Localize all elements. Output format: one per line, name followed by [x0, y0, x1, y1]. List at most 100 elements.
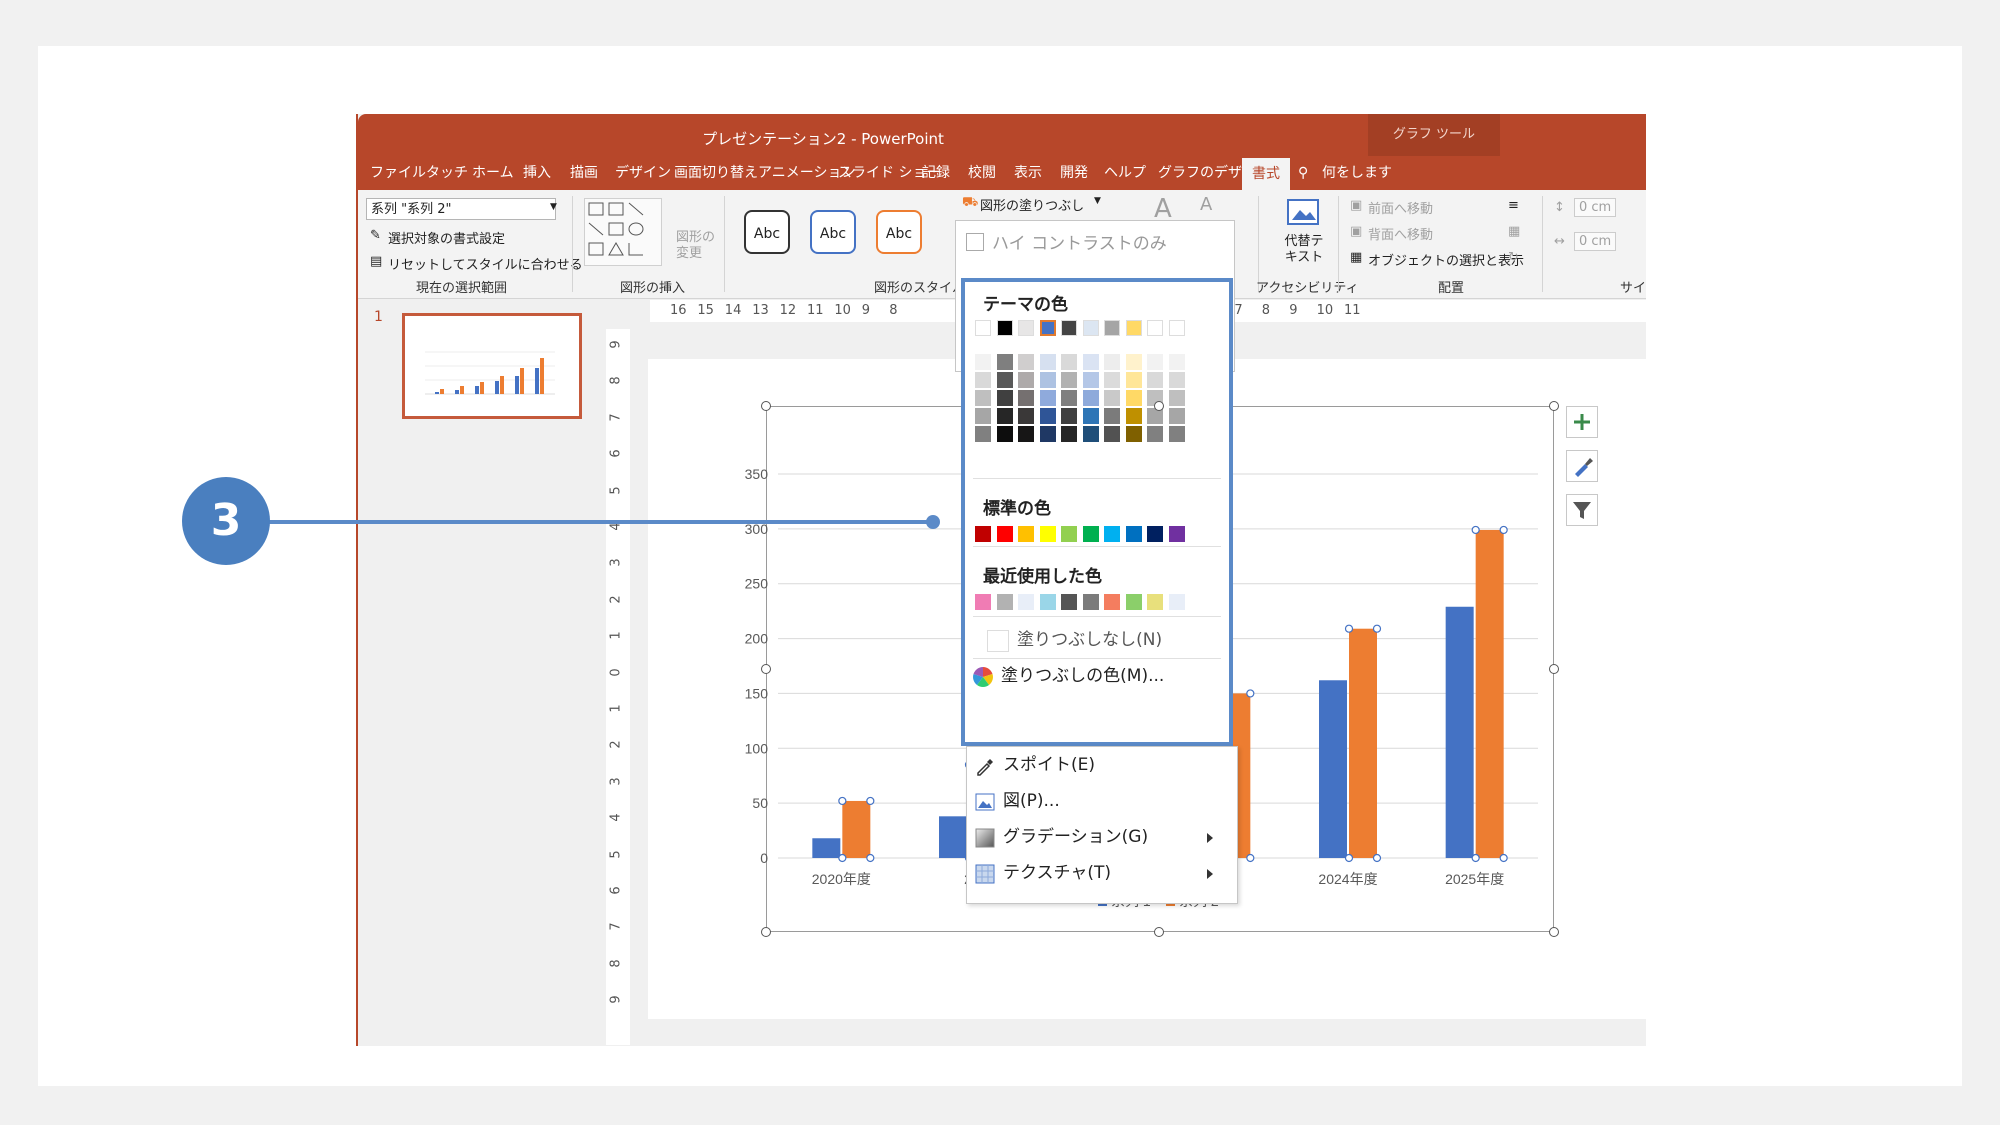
resize-handle[interactable] [1549, 401, 1559, 411]
recent-color-swatch[interactable] [1168, 594, 1185, 610]
theme-shade-swatch[interactable] [1168, 426, 1185, 442]
resize-handle[interactable] [761, 401, 771, 411]
theme-shade-swatch[interactable] [1082, 426, 1099, 442]
theme-shade-swatch[interactable] [1125, 372, 1142, 388]
theme-shade-swatch[interactable] [1061, 354, 1077, 370]
selection-point [1372, 853, 1382, 863]
theme-shade-swatch[interactable] [1039, 390, 1056, 406]
recent-color-swatch[interactable] [975, 594, 991, 610]
theme-color-swatch[interactable] [996, 320, 1013, 336]
resize-handle[interactable] [1549, 664, 1559, 674]
theme-shade-swatch[interactable] [1147, 372, 1163, 388]
picture-fill-item[interactable]: 図(P)... [967, 785, 1227, 817]
theme-shade-swatch[interactable] [1018, 408, 1034, 424]
chart-filters-button[interactable] [1566, 494, 1598, 526]
theme-shade-swatch[interactable] [1018, 390, 1034, 406]
theme-shade-swatch[interactable] [996, 390, 1013, 406]
standard-color-swatch[interactable] [975, 526, 991, 542]
theme-shade-swatch[interactable] [996, 426, 1013, 442]
theme-shade-swatch[interactable] [1104, 426, 1120, 442]
theme-shade-swatch[interactable] [975, 426, 991, 442]
theme-shade-swatch[interactable] [1061, 426, 1077, 442]
theme-shade-swatch[interactable] [1039, 354, 1056, 370]
theme-shade-swatch[interactable] [996, 372, 1013, 388]
standard-color-swatch[interactable] [1039, 526, 1056, 542]
theme-shade-swatch[interactable] [1018, 354, 1034, 370]
theme-shade-swatch[interactable] [1082, 390, 1099, 406]
theme-color-swatch[interactable] [1147, 320, 1163, 336]
no-fill-icon [987, 630, 1009, 652]
theme-color-swatch[interactable] [1125, 320, 1142, 336]
theme-shade-swatch[interactable] [1104, 354, 1120, 370]
gradient-fill-item[interactable]: グラデーション(G) [967, 821, 1227, 853]
theme-color-swatch[interactable] [1018, 320, 1034, 336]
theme-shade-swatch[interactable] [1039, 408, 1056, 424]
standard-color-swatch[interactable] [996, 526, 1013, 542]
theme-shade-swatch[interactable] [1125, 426, 1142, 442]
standard-color-swatch[interactable] [1104, 526, 1120, 542]
chart-elements-button[interactable] [1566, 406, 1598, 438]
recent-color-swatch[interactable] [1125, 594, 1142, 610]
recent-color-swatch[interactable] [1039, 594, 1056, 610]
theme-shade-swatch[interactable] [1082, 354, 1099, 370]
theme-shade-swatch[interactable] [996, 408, 1013, 424]
theme-color-swatch[interactable] [1039, 320, 1056, 336]
theme-color-swatch[interactable] [1061, 320, 1077, 336]
more-fill-colors-item[interactable]: 塗りつぶしの色(M)... [965, 660, 1225, 692]
recent-color-swatch[interactable] [1147, 594, 1163, 610]
theme-shade-swatch[interactable] [975, 372, 991, 388]
no-fill-item[interactable]: 塗りつぶしなし(N) [965, 624, 1225, 656]
standard-color-swatch[interactable] [1125, 526, 1142, 542]
resize-handle[interactable] [761, 664, 771, 674]
theme-shade-swatch[interactable] [1168, 354, 1185, 370]
eyedropper-item[interactable]: スポイト(E) [967, 749, 1227, 781]
standard-color-swatch[interactable] [1018, 526, 1034, 542]
theme-shade-swatch[interactable] [1147, 354, 1163, 370]
theme-color-swatch[interactable] [1104, 320, 1120, 336]
standard-color-swatch[interactable] [1147, 526, 1163, 542]
theme-shade-swatch[interactable] [1125, 354, 1142, 370]
resize-handle[interactable] [1154, 927, 1164, 937]
theme-shade-swatch[interactable] [1018, 426, 1034, 442]
theme-shade-swatch[interactable] [1168, 408, 1185, 424]
theme-shade-swatch[interactable] [1039, 426, 1056, 442]
theme-shade-swatch[interactable] [1125, 390, 1142, 406]
theme-shade-swatch[interactable] [1168, 372, 1185, 388]
resize-handle[interactable] [1549, 927, 1559, 937]
chart-styles-button[interactable] [1566, 450, 1598, 482]
theme-color-swatch[interactable] [1168, 320, 1185, 336]
theme-shade-swatch[interactable] [1061, 408, 1077, 424]
theme-shade-swatch[interactable] [975, 408, 991, 424]
theme-shade-swatch[interactable] [1104, 372, 1120, 388]
recent-color-swatch[interactable] [1018, 594, 1034, 610]
texture-fill-item[interactable]: テクスチャ(T) [967, 857, 1227, 889]
recent-color-swatch[interactable] [1061, 594, 1077, 610]
theme-shade-swatch[interactable] [1082, 408, 1099, 424]
theme-shade-swatch[interactable] [1061, 390, 1077, 406]
recent-color-swatch[interactable] [996, 594, 1013, 610]
theme-shade-swatch[interactable] [1104, 390, 1120, 406]
high-contrast-option[interactable]: ハイ コントラストのみ [966, 229, 1167, 254]
theme-shade-swatch[interactable] [1147, 426, 1163, 442]
submenu-arrow-icon [1207, 833, 1213, 843]
checkbox-icon[interactable] [966, 233, 984, 251]
theme-color-swatch[interactable] [975, 320, 991, 336]
theme-shade-swatch[interactable] [1039, 372, 1056, 388]
theme-shade-swatch[interactable] [975, 354, 991, 370]
standard-color-swatch[interactable] [1082, 526, 1099, 542]
recent-color-swatch[interactable] [1104, 594, 1120, 610]
theme-shade-swatch[interactable] [1168, 390, 1185, 406]
theme-shade-swatch[interactable] [975, 390, 991, 406]
theme-color-swatch[interactable] [1082, 320, 1099, 336]
resize-handle[interactable] [1154, 401, 1164, 411]
theme-shade-swatch[interactable] [1061, 372, 1077, 388]
theme-shade-swatch[interactable] [1125, 408, 1142, 424]
theme-shade-swatch[interactable] [996, 354, 1013, 370]
theme-shade-swatch[interactable] [1104, 408, 1120, 424]
theme-shade-swatch[interactable] [1082, 372, 1099, 388]
recent-color-swatch[interactable] [1082, 594, 1099, 610]
resize-handle[interactable] [761, 927, 771, 937]
standard-color-swatch[interactable] [1168, 526, 1185, 542]
theme-shade-swatch[interactable] [1018, 372, 1034, 388]
standard-color-swatch[interactable] [1061, 526, 1077, 542]
